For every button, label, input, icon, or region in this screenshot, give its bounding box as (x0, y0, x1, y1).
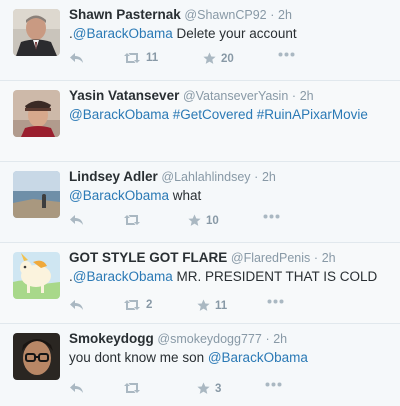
text-body: you dont know me son (69, 350, 208, 365)
retweet-icon (124, 383, 140, 393)
more-icon (265, 382, 282, 387)
favorite-count: 11 (215, 299, 228, 312)
avatar[interactable] (13, 90, 60, 137)
tweet-actions: 3 (69, 382, 394, 396)
more-button[interactable] (263, 214, 280, 219)
mention-link[interactable]: @BarackObama (73, 269, 173, 284)
reply-icon (70, 53, 83, 63)
tweet-text: @BarackObama what (69, 187, 394, 205)
separator: · (254, 170, 259, 184)
favorite-button[interactable]: 11 (197, 299, 227, 312)
tweet-header: Yasin Vatansever @VatanseverYasin · 2h (69, 88, 394, 104)
tweet-header: GOT STYLE GOT FLARE @FlaredPenis · 2h (69, 250, 394, 266)
avatar[interactable] (13, 171, 60, 218)
text-body: what (169, 188, 202, 203)
retweet-icon (124, 215, 140, 225)
username[interactable]: @ShawnCP92 (184, 8, 266, 22)
star-icon (188, 214, 201, 226)
more-button[interactable] (278, 52, 295, 57)
avatar[interactable] (13, 252, 60, 299)
timestamp[interactable]: 2h (278, 8, 292, 22)
text-body: MR. PRESIDENT THAT IS COLD (172, 269, 378, 284)
tweet-actions: 10 (69, 214, 394, 228)
reply-button[interactable] (69, 382, 84, 394)
tweet-actions: 2 11 (69, 299, 394, 313)
reply-icon (70, 215, 83, 225)
tweet[interactable]: Smokeydogg @smokeydogg777 · 2h you dont … (0, 324, 400, 406)
retweet-button[interactable] (123, 214, 141, 226)
hashtag-links[interactable]: #GetCovered #RuinAPixarMovie (169, 107, 368, 122)
display-name[interactable]: Shawn Pasternak (69, 7, 181, 22)
display-name[interactable]: Lindsey Adler (69, 169, 158, 184)
timestamp[interactable]: 2h (273, 332, 287, 346)
reply-icon (70, 300, 83, 310)
star-icon (203, 52, 216, 64)
retweet-button[interactable]: 11 (123, 52, 158, 64)
tweet-text: you dont know me son @BarackObama (69, 349, 394, 367)
retweet-icon (124, 300, 140, 310)
timestamp[interactable]: 2h (322, 251, 336, 265)
tweet-header: Shawn Pasternak @ShawnCP92 · 2h (69, 7, 394, 23)
reply-button[interactable] (69, 214, 84, 226)
tweet-header: Smokeydogg @smokeydogg777 · 2h (69, 331, 394, 347)
timestamp[interactable]: 2h (262, 170, 276, 184)
more-button[interactable] (267, 299, 284, 304)
separator: · (265, 332, 270, 346)
tweet[interactable]: GOT STYLE GOT FLARE @FlaredPenis · 2h .@… (0, 243, 400, 324)
tweet[interactable]: Lindsey Adler @Lahlahlindsey · 2h @Barac… (0, 162, 400, 243)
display-name[interactable]: GOT STYLE GOT FLARE (69, 250, 227, 265)
star-icon (197, 299, 210, 311)
tweet[interactable]: Shawn Pasternak @ShawnCP92 · 2h .@Barack… (0, 0, 400, 81)
star-icon (197, 382, 210, 394)
more-icon (263, 214, 280, 219)
text-body: Delete your account (172, 26, 297, 41)
mention-link[interactable]: @BarackObama (69, 188, 169, 203)
mention-link[interactable]: @BarackObama (208, 350, 308, 365)
favorite-count: 3 (215, 382, 222, 395)
retweet-count: 11 (146, 52, 159, 64)
username[interactable]: @VatanseverYasin (183, 89, 288, 103)
retweet-icon (124, 53, 140, 63)
username[interactable]: @smokeydogg777 (157, 332, 261, 346)
favorite-count: 10 (206, 214, 219, 227)
username[interactable]: @Lahlahlindsey (161, 170, 250, 184)
reply-icon (70, 383, 83, 393)
favorite-button[interactable]: 3 (197, 382, 221, 395)
tweet-header: Lindsey Adler @Lahlahlindsey · 2h (69, 169, 394, 185)
avatar[interactable] (13, 333, 60, 380)
tweet-actions: 11 20 (69, 52, 394, 66)
separator: · (270, 8, 275, 22)
mention-link[interactable]: @BarackObama (69, 107, 169, 122)
separator: · (313, 251, 319, 265)
retweet-button[interactable] (123, 382, 141, 394)
separator: · (291, 89, 297, 103)
reply-button[interactable] (69, 52, 84, 64)
tweet[interactable]: Yasin Vatansever @VatanseverYasin · 2h @… (0, 81, 400, 162)
username[interactable]: @FlaredPenis (231, 251, 310, 265)
avatar[interactable] (13, 9, 60, 56)
retweet-button[interactable]: 2 (123, 299, 152, 311)
display-name[interactable]: Yasin Vatansever (69, 88, 179, 103)
more-icon (278, 52, 295, 57)
retweet-count: 2 (146, 299, 153, 311)
tweet-actions (69, 135, 394, 149)
tweet-text: .@BarackObama MR. PRESIDENT THAT IS COLD (69, 268, 394, 286)
mention-link[interactable]: @BarackObama (73, 26, 173, 41)
tweet-text: @BarackObama #GetCovered #RuinAPixarMovi… (69, 106, 394, 124)
display-name[interactable]: Smokeydogg (69, 331, 154, 346)
favorite-button[interactable]: 20 (203, 52, 234, 65)
more-icon (267, 299, 284, 304)
tweet-text: .@BarackObama Delete your account (69, 25, 394, 43)
favorite-count: 20 (221, 52, 234, 65)
more-button[interactable] (265, 382, 282, 387)
reply-button[interactable] (69, 299, 84, 311)
favorite-button[interactable]: 10 (188, 214, 219, 227)
timestamp[interactable]: 2h (300, 89, 314, 103)
